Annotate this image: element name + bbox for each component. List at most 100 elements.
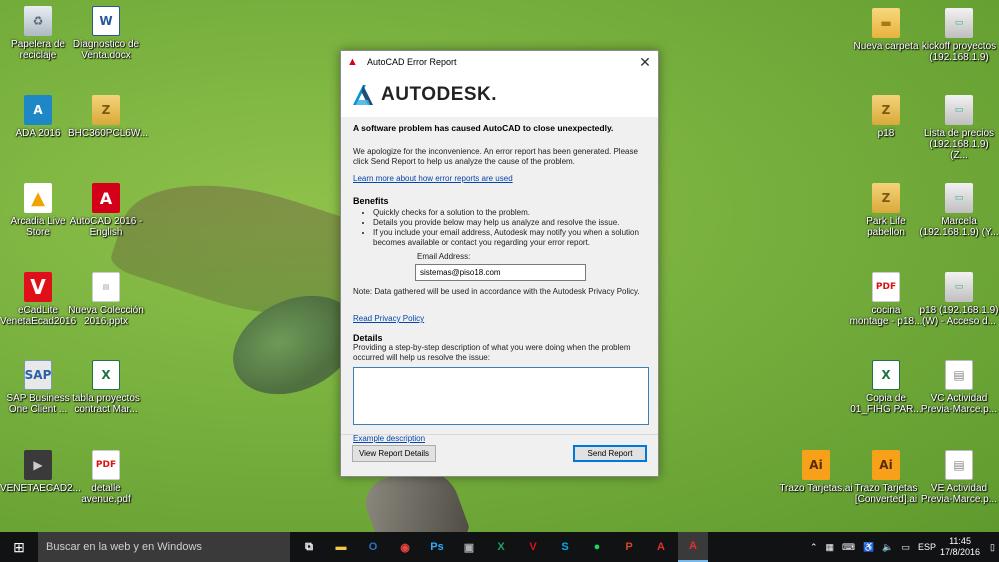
icon-label: Trazo Tarjetas [Converted].ai: [854, 483, 918, 505]
excel-file-icon: X: [872, 360, 900, 390]
desktop-icon-autocad[interactable]: A AutoCAD 2016 - English: [68, 183, 144, 238]
network-drive-icon: ▭: [945, 183, 973, 213]
privacy-policy-link[interactable]: Read Privacy Policy: [353, 314, 424, 323]
desktop-icon-trazo-converted[interactable]: Ai Trazo Tarjetas [Converted].ai: [848, 450, 924, 505]
clock-time: 11:45: [949, 536, 971, 546]
desktop-icon-marcela[interactable]: ▭ Marcela (192.168.1.9) (Y...: [919, 183, 999, 238]
icon-label: p18 (192.168.1.9) (W) - Acceso d...: [919, 305, 999, 327]
desktop-icon-tabla-proyectos[interactable]: X tabla proyectos contract Mar...: [68, 360, 144, 415]
language-indicator[interactable]: ESP: [918, 542, 936, 552]
icon-label: BHC360PCL6W...: [68, 128, 149, 139]
keyboard-icon[interactable]: ⌨: [842, 542, 855, 553]
desktop-icon-venetaecad[interactable]: ▶ VENETAECAD2...: [0, 450, 81, 494]
desktop-icon-arcadia[interactable]: ▲ Arcadia Live Store: [0, 183, 76, 238]
speaker-icon[interactable]: 🔈: [882, 542, 893, 553]
zip-folder-icon: Z: [872, 95, 900, 125]
desktop-icon-kickoff[interactable]: ▭ kickoff proyectos (192.168.1.9): [919, 8, 999, 63]
list-item: If you include your email address, Autod…: [373, 228, 646, 248]
icon-label: Park Life pabellon: [866, 216, 906, 238]
taskbar-excel-button[interactable]: X: [486, 532, 516, 562]
taskbar-veneta-button[interactable]: V: [518, 532, 548, 562]
error-report-dialog: ▲ AutoCAD Error Report ✕ AUTODESK. A sof…: [340, 50, 659, 477]
email-label: Email Address:: [417, 252, 471, 261]
desktop-icon-trazo-tarjetas[interactable]: Ai Trazo Tarjetas.ai: [778, 450, 854, 494]
veneta-icon: V: [529, 541, 537, 553]
desktop-icon-diagnostico[interactable]: W Diagnostico de Venta.docx: [68, 6, 144, 61]
pdf-file-icon: PDF: [92, 450, 120, 480]
chevron-up-icon[interactable]: ⌃: [810, 542, 818, 553]
clock-date: 17/8/2016: [940, 547, 981, 557]
desktop-icon-cocina[interactable]: PDF cocina montage - p18...: [848, 272, 924, 327]
document-file-icon: ▤: [945, 360, 973, 390]
taskbar-chrome-button[interactable]: ◉: [390, 532, 420, 562]
taskbar-skype-button[interactable]: S: [550, 532, 580, 562]
taskbar-spotify-button[interactable]: ●: [582, 532, 612, 562]
desktop-icon-nueva-carpeta[interactable]: ▬ Nueva carpeta: [848, 8, 924, 52]
excel-icon: X: [497, 541, 505, 553]
taskbar-autocad-button[interactable]: A: [678, 532, 708, 562]
desktop-icon-sap[interactable]: SAP SAP Business One Client ...: [0, 360, 76, 415]
network-icon[interactable]: ▦: [826, 542, 835, 553]
message-icon[interactable]: ▭: [901, 542, 910, 553]
icon-label: Trazo Tarjetas.ai: [779, 483, 853, 494]
spotify-icon: ●: [593, 541, 601, 553]
word-document-icon: W: [92, 6, 120, 36]
email-field[interactable]: [415, 264, 586, 281]
taskbar-search[interactable]: Buscar en la web y en Windows: [38, 532, 290, 562]
dialog-titlebar[interactable]: ▲ AutoCAD Error Report ✕: [341, 51, 658, 73]
desktop-icon-ve-actividad[interactable]: ▤ VE Actividad Previa-Marce.p...: [919, 450, 999, 505]
desktop-icon-nueva-coleccion[interactable]: ▤ Nueva Colección 2016.pptx: [68, 272, 144, 327]
search-placeholder: Buscar en la web y en Windows: [46, 541, 202, 553]
details-textarea[interactable]: [353, 367, 649, 425]
desktop-icon-recycle-bin[interactable]: ♻ Papelera de reciclaje: [0, 6, 76, 61]
taskbar-app-generic-button[interactable]: ▣: [454, 532, 484, 562]
accessibility-icon[interactable]: ♿: [863, 542, 874, 553]
desktop-icon-p18-w[interactable]: ▭ p18 (192.168.1.9) (W) - Acceso d...: [919, 272, 999, 327]
desktop-icon-p18[interactable]: Z p18: [848, 95, 924, 139]
desktop-icon-copia-de[interactable]: X Copia de 01_FIHG PAR...: [848, 360, 924, 415]
file-explorer-icon: ▬: [335, 541, 347, 553]
zip-folder-icon: Z: [92, 95, 120, 125]
taskbar-photoshop-button[interactable]: Ps: [422, 532, 452, 562]
view-report-details-button[interactable]: View Report Details: [352, 445, 436, 462]
icon-label: cocina montage - p18...: [849, 305, 923, 327]
clock[interactable]: 11:45 17/8/2016: [940, 536, 980, 558]
icon-label: ADA 2016: [15, 128, 61, 139]
desktop-icon-vc-actividad[interactable]: ▤ VC Actividad Previa-Marce.p...: [919, 360, 999, 415]
notifications-icon[interactable]: ▯: [990, 542, 995, 553]
desktop-icon-lista-precios[interactable]: ▭ Lista de precios (192.168.1.9) (Z...: [919, 95, 999, 161]
taskbar-file-explorer-button[interactable]: ▬: [326, 532, 356, 562]
desktop-icon-ada[interactable]: A ADA 2016: [0, 95, 76, 139]
taskbar-acrobat-button[interactable]: A: [646, 532, 676, 562]
benefits-list: Quickly checks for a solution to the pro…: [373, 208, 646, 248]
send-report-button[interactable]: Send Report: [573, 445, 647, 462]
learn-more-link[interactable]: Learn more about how error reports are u…: [353, 174, 513, 183]
desktop-icon-ecadlite[interactable]: V eCadLite VenetaEcad2016: [0, 272, 76, 327]
network-drive-icon: ▭: [945, 272, 973, 302]
icon-label: SAP Business One Client ...: [6, 393, 70, 415]
dialog-title: AutoCAD Error Report: [367, 57, 457, 67]
chrome-icon: ◉: [400, 541, 410, 554]
taskbar-powerpoint-button[interactable]: P: [614, 532, 644, 562]
desktop-icon-park-life[interactable]: Z Park Life pabellon: [848, 183, 924, 238]
desktop-icon-detalle-avenue[interactable]: PDF detalle avenue.pdf: [68, 450, 144, 505]
outlook-icon: O: [368, 541, 378, 553]
taskbar-outlook-button[interactable]: O: [358, 532, 388, 562]
apology-text: We apologize for the inconvenience. An e…: [353, 147, 638, 166]
icon-label: detalle avenue.pdf: [81, 483, 131, 505]
start-button[interactable]: ⊞: [0, 532, 38, 562]
recycle-bin-icon: ♻: [24, 6, 52, 36]
task-view-icon: ⧉: [305, 540, 313, 553]
icon-label: Papelera de reciclaje: [11, 39, 65, 61]
taskbar-task-view-button[interactable]: ⧉: [294, 532, 324, 562]
icon-label: Copia de 01_FIHG PAR...: [850, 393, 922, 415]
network-drive-icon: ▭: [945, 8, 973, 38]
autodesk-logo-band: AUTODESK.: [341, 73, 658, 117]
icon-label: Lista de precios (192.168.1.9) (Z...: [923, 128, 995, 161]
icon-label: AutoCAD 2016 - English: [69, 216, 143, 238]
close-button[interactable]: ✕: [632, 51, 658, 73]
icon-label: tabla proyectos contract Mar...: [72, 393, 140, 415]
sap-icon: SAP: [24, 360, 52, 390]
taskbar-apps: ⧉ ▬ O ◉ Ps ▣ X V S ● P A A: [290, 532, 708, 562]
desktop-icon-bhc[interactable]: Z BHC360PCL6W...: [68, 95, 149, 139]
